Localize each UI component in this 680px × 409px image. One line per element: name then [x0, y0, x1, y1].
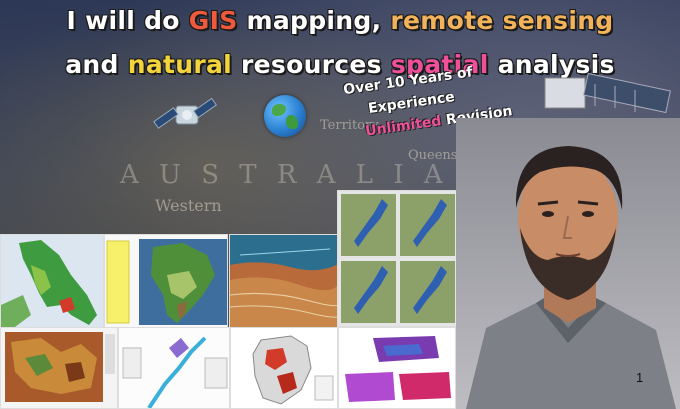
map-thumbnail-graphic	[339, 328, 455, 408]
profile-portrait	[456, 118, 680, 409]
map-label-western: Western	[155, 196, 222, 215]
map-thumbnail-graphic	[1, 328, 117, 408]
map-thumbnail-malaysia	[0, 234, 104, 329]
globe-land	[286, 115, 298, 129]
map-thumbnail-south-america	[104, 234, 228, 329]
gig-banner: A U S T R A L I A Western Territory Quee…	[0, 0, 680, 409]
map-thumbnail-graphic	[338, 191, 456, 326]
map-thumbnail-coastal-terrain	[229, 234, 339, 329]
map-thumbnail-graphic	[119, 328, 229, 408]
headline-remote-sensing: remote sensing	[390, 6, 614, 35]
map-thumbnail-spectral-indices	[338, 327, 456, 409]
globe-icon	[264, 95, 306, 137]
map-label-australia: A U S T R A L I A	[120, 160, 449, 190]
headline-text: I will do	[66, 6, 189, 35]
page-number: 1	[636, 370, 644, 385]
globe-land	[272, 104, 286, 116]
map-thumbnail-graphic	[105, 235, 227, 328]
map-thumbnail-graphic	[230, 235, 338, 328]
map-thumbnail-drainage	[118, 327, 230, 409]
map-thumbnail-red-districts	[230, 327, 338, 409]
map-thumbnail-graphic	[1, 235, 103, 328]
map-thumbnail-graphic	[231, 328, 337, 408]
headline-text: and	[65, 50, 128, 79]
headline-gis: GIS	[188, 6, 238, 35]
satellite-icon	[153, 97, 218, 129]
map-thumbnail-land-cover	[0, 327, 118, 409]
headline-text: mapping,	[237, 6, 391, 35]
headline-line-1: I will do GIS mapping, remote sensing	[0, 6, 680, 35]
map-thumbnail-lake-grid	[337, 190, 457, 327]
headline-natural: natural	[127, 50, 233, 79]
headline-text: resources	[232, 50, 391, 79]
